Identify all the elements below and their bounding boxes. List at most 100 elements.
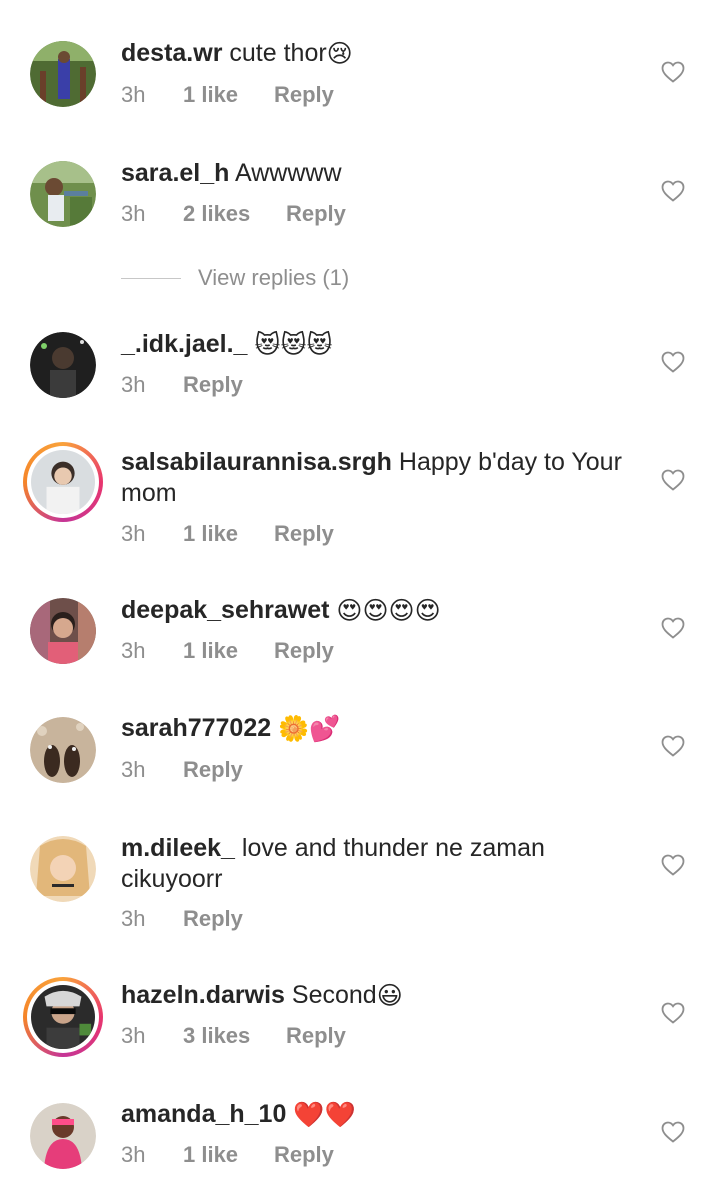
comment-username[interactable]: m.dileek_ xyxy=(121,834,235,862)
avatar-image xyxy=(30,1103,96,1169)
comment-username[interactable]: deepak_sehrawet xyxy=(121,596,329,624)
comment-emojis: ❤️❤️ xyxy=(293,1100,355,1131)
comment-meta: 3h Reply xyxy=(121,372,243,398)
story-avatar[interactable] xyxy=(23,977,103,1057)
comment-body: cute thor xyxy=(229,39,327,67)
comment-time: 3h xyxy=(121,372,146,397)
comment-likes[interactable]: 2 likes xyxy=(183,201,286,227)
red-heart-emoji: ❤️ xyxy=(324,1100,356,1129)
comment-likes[interactable]: 1 like xyxy=(183,1142,274,1168)
heart-eyes-cat-emoji: 😻 xyxy=(306,330,333,359)
heart-eyes-emoji: 😍 xyxy=(362,596,389,625)
comment-meta: 3h Reply xyxy=(121,757,243,783)
comment-meta: 3h 3 likes Reply xyxy=(121,1023,346,1049)
comment-time: 3h xyxy=(121,757,146,782)
avatar-image xyxy=(30,41,96,107)
comment-emojis: 😃 xyxy=(377,981,403,1012)
comment-likes[interactable]: 1 like xyxy=(183,82,274,108)
comment-body: Awwwww xyxy=(235,159,342,187)
comment-text: _.idk.jael._ 😻😻😻 xyxy=(121,329,641,361)
reply-button[interactable]: Reply xyxy=(286,1023,346,1049)
view-replies-label: View replies (1) xyxy=(198,265,350,290)
heart-icon[interactable] xyxy=(661,1002,685,1024)
comment-emojis: 😻😻😻 xyxy=(254,330,332,361)
avatar[interactable] xyxy=(30,836,96,902)
avatar-image xyxy=(30,332,96,398)
reply-button[interactable]: Reply xyxy=(274,1142,334,1168)
reply-button[interactable]: Reply xyxy=(274,82,334,108)
comment-username[interactable]: amanda_h_10 xyxy=(121,1100,286,1128)
comment-meta: 3h Reply xyxy=(121,906,243,932)
comment-time: 3h xyxy=(121,82,146,107)
comment-text: desta.wr cute thor😢 xyxy=(121,38,641,70)
comment-meta: 3h 1 like Reply xyxy=(121,1142,334,1168)
comment-time: 3h xyxy=(121,906,146,931)
comment-meta: 3h 1 like Reply xyxy=(121,638,334,664)
heart-icon[interactable] xyxy=(661,351,685,373)
heart-icon[interactable] xyxy=(661,735,685,757)
avatar-image xyxy=(30,836,96,902)
comment-text: hazeln.darwis Second😃 xyxy=(121,980,641,1012)
heart-icon[interactable] xyxy=(661,854,685,876)
comment-text: sarah777022 🌼💕 xyxy=(121,713,641,745)
comment-username[interactable]: salsabilaurannisa.srgh xyxy=(121,448,392,476)
comment-meta: 3h 1 like Reply xyxy=(121,521,334,547)
comment-time: 3h xyxy=(121,1023,146,1048)
comment-username[interactable]: _.idk.jael._ xyxy=(121,330,247,358)
heart-eyes-cat-emoji: 😻 xyxy=(254,330,281,359)
story-avatar[interactable] xyxy=(23,442,103,522)
heart-eyes-cat-emoji: 😻 xyxy=(280,330,307,359)
comment-emojis: 🌼💕 xyxy=(278,714,340,745)
reply-button[interactable]: Reply xyxy=(286,201,346,227)
story-ring xyxy=(27,981,99,1053)
two-hearts-emoji: 💕 xyxy=(309,714,341,743)
heart-icon[interactable] xyxy=(661,469,685,491)
comment-meta: 3h 2 likes Reply xyxy=(121,201,346,227)
blossom-emoji: 🌼 xyxy=(278,714,310,743)
reply-button[interactable]: Reply xyxy=(183,906,243,932)
heart-eyes-emoji: 😍 xyxy=(336,596,363,625)
reply-button[interactable]: Reply xyxy=(274,521,334,547)
comment-body: Second xyxy=(291,981,377,1009)
heart-eyes-emoji: 😍 xyxy=(388,596,415,625)
heart-icon[interactable] xyxy=(661,61,685,83)
comment-time: 3h xyxy=(121,521,146,546)
comment-username[interactable]: sara.el_h xyxy=(121,159,229,187)
smiley-emoji: 😃 xyxy=(376,981,403,1010)
divider-line xyxy=(121,277,181,279)
reply-button[interactable]: Reply xyxy=(183,757,243,783)
comment-username[interactable]: desta.wr xyxy=(121,39,222,67)
avatar[interactable] xyxy=(30,717,96,783)
heart-icon[interactable] xyxy=(661,617,685,639)
heart-icon[interactable] xyxy=(661,1121,685,1143)
comment-meta: 3h 1 like Reply xyxy=(121,82,334,108)
comment-time: 3h xyxy=(121,201,146,226)
story-ring xyxy=(27,446,99,518)
reply-button[interactable]: Reply xyxy=(183,372,243,398)
avatar[interactable] xyxy=(30,332,96,398)
comment-emojis: 😍😍😍😍 xyxy=(336,596,440,627)
comment-emojis: 😢 xyxy=(327,39,353,70)
comment-username[interactable]: hazeln.darwis xyxy=(121,981,285,1009)
comment-likes[interactable]: 1 like xyxy=(183,638,274,664)
comment-username[interactable]: sarah777022 xyxy=(121,714,271,742)
avatar-image xyxy=(30,598,96,664)
reply-button[interactable]: Reply xyxy=(274,638,334,664)
comment-text: amanda_h_10 ❤️❤️ xyxy=(121,1099,641,1131)
heart-icon[interactable] xyxy=(661,180,685,202)
avatar-image xyxy=(31,985,95,1049)
crying-emoji: 😢 xyxy=(326,39,353,68)
comment-likes[interactable]: 3 likes xyxy=(183,1023,286,1049)
comment-likes[interactable]: 1 like xyxy=(183,521,274,547)
avatar[interactable] xyxy=(30,1103,96,1169)
avatar[interactable] xyxy=(30,161,96,227)
avatar[interactable] xyxy=(30,598,96,664)
avatar-image xyxy=(31,450,95,514)
comment-text: sara.el_h Awwwww xyxy=(121,158,641,189)
comment-text: salsabilaurannisa.srgh Happy b'day to Yo… xyxy=(121,447,631,509)
heart-eyes-emoji: 😍 xyxy=(414,596,441,625)
view-replies-button[interactable]: View replies (1) xyxy=(121,264,349,292)
avatar[interactable] xyxy=(30,41,96,107)
red-heart-emoji: ❤️ xyxy=(293,1100,325,1129)
comment-text: m.dileek_ love and thunder ne zaman ciku… xyxy=(121,833,631,895)
